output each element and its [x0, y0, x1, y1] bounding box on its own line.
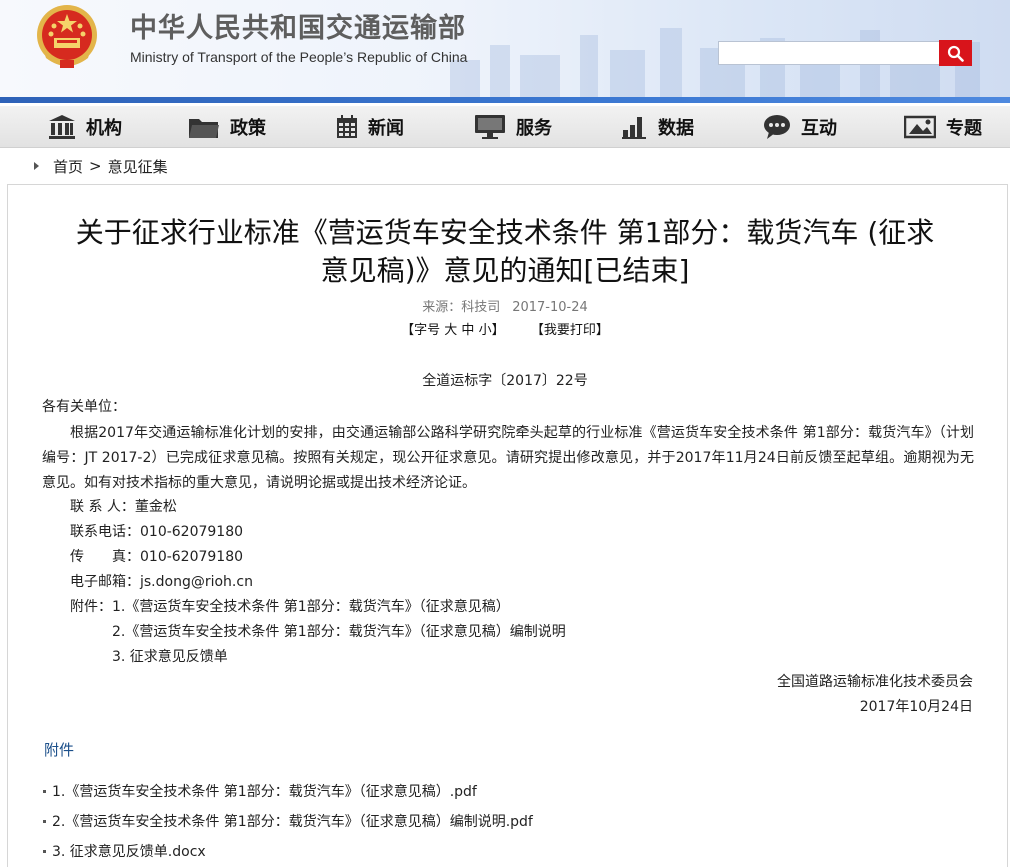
- folder-icon: [189, 119, 219, 138]
- nav-item-agencies[interactable]: 机构: [48, 106, 122, 148]
- breadcrumb-current-link[interactable]: 意见征集: [108, 156, 168, 177]
- contact-fax: 传 真：010-62079180: [70, 549, 244, 565]
- nav-item-topics[interactable]: 专题: [904, 106, 982, 148]
- attachment-link[interactable]: 3. 征求意见反馈单.docx: [43, 841, 206, 861]
- search-icon: [947, 45, 964, 62]
- attachment-line-1: 附件：1.《营运货车安全技术条件 第1部分：载货汽车》（征求意见稿）: [70, 599, 510, 615]
- search-button[interactable]: [939, 40, 972, 66]
- article-title-line2: 意见稿)》意见的通知[已结束]: [320, 254, 690, 287]
- attachment-link[interactable]: 2.《营运货车安全技术条件 第1部分：载货汽车》（征求意见稿）编制说明.pdf: [43, 811, 533, 831]
- salutation: 各有关单位：: [42, 399, 126, 415]
- font-medium-button[interactable]: 中: [461, 323, 474, 338]
- font-large-button[interactable]: 大: [444, 323, 457, 338]
- bullet-icon: [43, 789, 46, 793]
- sign-date: 2017年10月24日: [859, 699, 973, 715]
- font-small-button[interactable]: 小】: [479, 323, 505, 338]
- signer: 全国道路运输标准化技术委员会: [777, 674, 973, 690]
- attachment-link-label: 1.《营运货车安全技术条件 第1部分：载货汽车》（征求意见稿）.pdf: [52, 784, 477, 800]
- nav-label: 机构: [86, 118, 122, 139]
- nav-item-data[interactable]: 数据: [622, 106, 694, 148]
- bullet-icon: [43, 819, 46, 823]
- breadcrumb-separator: >: [89, 157, 102, 175]
- site-header: 中华人民共和国交通运输部 Ministry of Transport of th…: [0, 0, 1010, 97]
- breadcrumb: 首页 > 意见征集: [34, 155, 168, 177]
- attachment-link-label: 3. 征求意见反馈单.docx: [52, 844, 206, 860]
- contact-phone: 联系电话：010-62079180: [70, 524, 244, 540]
- nav-label: 专题: [946, 118, 982, 139]
- site-title-cn: 中华人民共和国交通运输部: [130, 13, 466, 44]
- article-tools: 【字号 大 中 小】 【我要打印】: [0, 319, 1010, 338]
- contact-email: 电子邮箱：js.dong@rioh.cn: [70, 574, 253, 590]
- nav-label: 政策: [230, 118, 266, 139]
- monitor-icon: [475, 115, 505, 139]
- nav-label: 新闻: [368, 118, 404, 139]
- image-icon: [904, 115, 936, 139]
- bullet-icon: [43, 849, 46, 853]
- body-paragraph: 根据2017年交通运输标准化计划的安排，由交通运输部公路科学研究院牵头起草的行业…: [42, 425, 974, 491]
- header-divider: [0, 97, 1010, 103]
- font-size-label: 【字号: [401, 323, 441, 338]
- building-icon: [49, 115, 75, 139]
- bar-chart-icon: [622, 117, 646, 139]
- nav-item-news[interactable]: 新闻: [336, 106, 404, 148]
- chat-icon: [764, 115, 790, 139]
- attachment-line-3: 3. 征求意见反馈单: [112, 649, 228, 665]
- nav-label: 数据: [658, 118, 694, 139]
- article-date: 2017-10-24: [512, 300, 588, 315]
- site-title-en: Ministry of Transport of the People’s Re…: [130, 49, 468, 65]
- nav-item-policy[interactable]: 政策: [188, 106, 266, 148]
- document-number: 全道运标字〔2017〕22号: [422, 373, 588, 389]
- article-source: 来源：科技司: [422, 300, 501, 315]
- calendar-icon: [337, 115, 357, 138]
- attachment-link[interactable]: 1.《营运货车安全技术条件 第1部分：载货汽车》（征求意见稿）.pdf: [43, 781, 477, 801]
- print-button[interactable]: 【我要打印】: [531, 323, 609, 338]
- nav-label: 服务: [516, 118, 552, 139]
- nav-label: 互动: [801, 118, 837, 139]
- article-meta: 来源：科技司 2017-10-24: [0, 296, 1010, 315]
- search-input[interactable]: [718, 41, 940, 65]
- attachment-link-label: 2.《营运货车安全技术条件 第1部分：载货汽车》（征求意见稿）编制说明.pdf: [52, 814, 533, 830]
- nav-item-services[interactable]: 服务: [474, 106, 552, 148]
- attachments-heading: 附件: [44, 741, 75, 759]
- main-nav: 机构 政策 新闻 服务 数据 互动 专题: [0, 106, 1010, 148]
- breadcrumb-arrow-icon: [34, 162, 39, 170]
- article-title-line1: 关于征求行业标准《营运货车安全技术条件 第1部分：载货汽车 (征求: [75, 216, 935, 249]
- breadcrumb-home-link[interactable]: 首页: [53, 156, 83, 177]
- article-title: 关于征求行业标准《营运货车安全技术条件 第1部分：载货汽车 (征求 意见稿)》意…: [30, 214, 980, 290]
- attachment-line-2: 2.《营运货车安全技术条件 第1部分：载货汽车》（征求意见稿）编制说明: [112, 624, 566, 640]
- national-emblem-logo[interactable]: [32, 2, 102, 72]
- nav-item-interaction[interactable]: 互动: [763, 106, 837, 148]
- contact-person: 联 系 人：董金松: [70, 499, 177, 515]
